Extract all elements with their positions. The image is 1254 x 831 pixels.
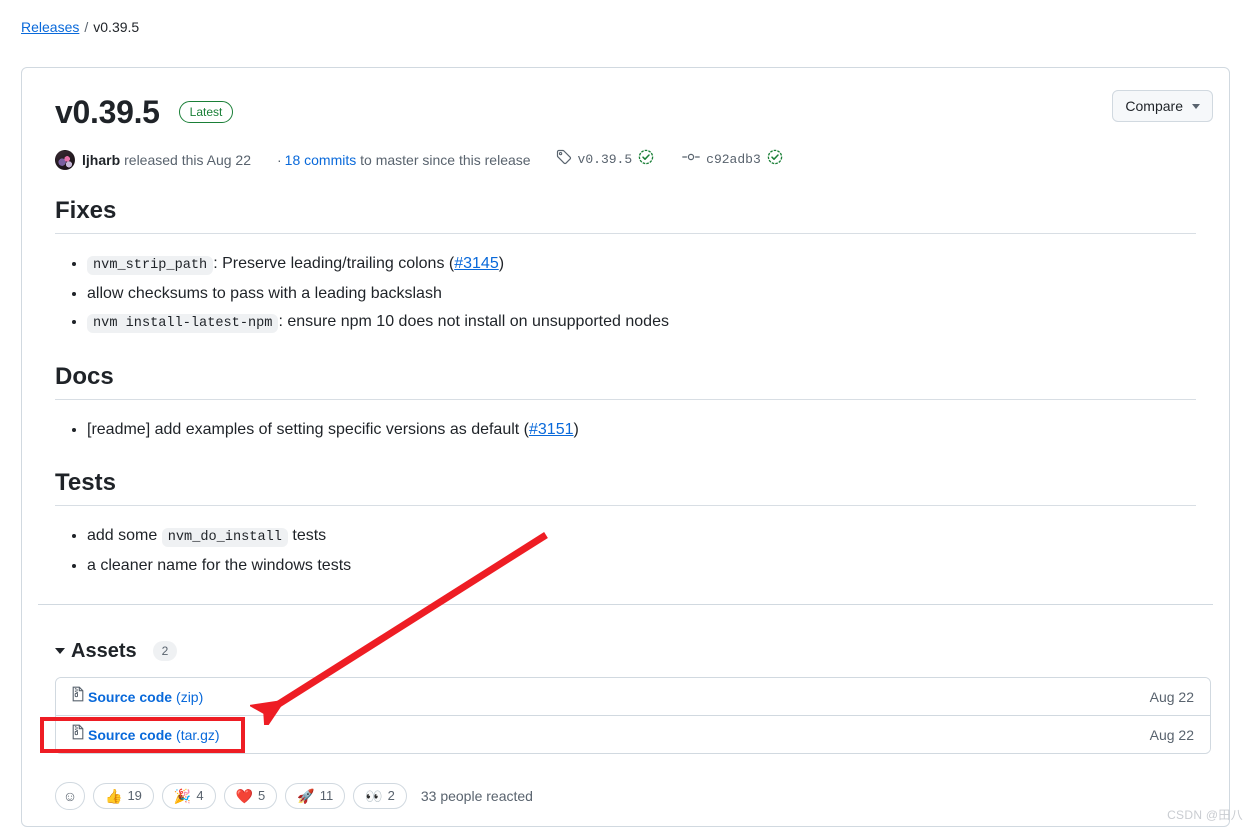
commits-dot: ·: [277, 151, 282, 168]
list-item: nvm_strip_path: Preserve leading/trailin…: [87, 250, 1196, 280]
assets-section: Assets 2 Source code (zip) Aug 22 Source…: [22, 623, 1229, 768]
list-item-trail: tests: [287, 527, 327, 544]
heart-icon: ❤️: [235, 788, 254, 804]
commits-link[interactable]: 18 commits: [285, 152, 357, 168]
compare-button-label: Compare: [1125, 98, 1183, 114]
asset-extension[interactable]: (tar.gz): [176, 725, 220, 745]
eyes-icon: 👀: [365, 788, 383, 804]
section-heading-fixes: Fixes: [55, 196, 1196, 234]
tag-icon: [556, 149, 572, 170]
release-body: v0.39.5 Latest Compare ljharb released t…: [22, 68, 1229, 623]
list-item-tail: ): [498, 255, 505, 272]
assets-list: Source code (zip) Aug 22 Source code (ta…: [55, 677, 1211, 754]
assets-header[interactable]: Assets 2: [38, 638, 1213, 664]
asset-date: Aug 22: [1149, 688, 1194, 705]
verified-badge-tag-icon: [638, 149, 654, 170]
asset-name-link[interactable]: Source code: [88, 725, 172, 745]
list-item-lead: add some: [87, 527, 162, 544]
add-reaction-button[interactable]: ☺: [55, 782, 85, 810]
section-heading-tests: Tests: [55, 468, 1196, 506]
reaction-rocket[interactable]: 🚀 11: [285, 783, 346, 809]
inline-code: nvm_do_install: [161, 528, 288, 547]
issue-link[interactable]: #3145: [454, 255, 499, 272]
list-item-text: : Preserve leading/trailing colons (: [213, 255, 455, 272]
breadcrumb-releases-link[interactable]: Releases: [21, 19, 79, 35]
tada-icon: 🎉: [173, 788, 192, 804]
chevron-down-icon: [1192, 103, 1200, 109]
list-item: add some nvm_do_install tests: [87, 522, 1196, 552]
reaction-count: 4: [196, 788, 204, 803]
reaction-heart[interactable]: ❤️ 5: [223, 783, 278, 809]
file-zip-icon: [70, 686, 86, 707]
file-zip-icon: [70, 724, 86, 745]
docs-list: [readme] add examples of setting specifi…: [55, 416, 1196, 444]
watermark: CSDN @田八: [1167, 808, 1243, 822]
reaction-tada[interactable]: 🎉 4: [161, 783, 216, 809]
reaction-count: 19: [127, 788, 142, 803]
latest-badge: Latest: [178, 101, 234, 123]
section-divider: [38, 604, 1213, 605]
thumbs-up-icon: 👍: [105, 788, 123, 804]
reaction-count: 11: [319, 788, 334, 803]
page-title: v0.39.5: [55, 94, 160, 130]
inline-code: nvm install-latest-npm: [87, 314, 279, 333]
assets-title: Assets: [71, 640, 137, 662]
inline-code: nvm_strip_path: [87, 256, 214, 275]
tag-name[interactable]: v0.39.5: [578, 150, 633, 170]
breadcrumb: Releases / v0.39.5: [21, 17, 139, 37]
list-item: a cleaner name for the windows tests: [87, 552, 1196, 580]
breadcrumb-current: v0.39.5: [93, 19, 140, 35]
asset-name-link[interactable]: Source code: [88, 687, 172, 707]
list-item-text: [readme] add examples of setting specifi…: [87, 421, 529, 438]
list-item: nvm install-latest-npm: ensure npm 10 do…: [87, 308, 1196, 338]
section-heading-docs: Docs: [55, 362, 1196, 400]
asset-date: Aug 22: [1149, 726, 1194, 743]
reaction-count: 5: [258, 788, 266, 803]
assets-count-badge: 2: [152, 641, 178, 661]
avatar[interactable]: [55, 149, 75, 170]
asset-extension[interactable]: (zip): [176, 687, 203, 707]
breadcrumb-separator: /: [84, 19, 89, 35]
list-item-tail: ): [573, 421, 579, 438]
list-item: [readme] add examples of setting specifi…: [87, 416, 1196, 444]
commit-sha[interactable]: c92adb3: [706, 150, 761, 170]
reactions-summary: 33 people reacted: [420, 788, 533, 804]
reaction-eyes[interactable]: 👀 2: [353, 783, 407, 809]
reactions-bar: ☺ 👍 19 🎉 4 ❤️ 5 🚀 11 👀 2 33 people react…: [22, 768, 1229, 826]
release-notes: Fixes nvm_strip_path: Preserve leading/t…: [38, 196, 1213, 580]
commits-suffix: to master since this release: [360, 151, 531, 168]
list-item-text: a cleaner name for the windows tests: [87, 557, 352, 574]
reaction-thumbs-up[interactable]: 👍 19: [93, 783, 154, 809]
commit-icon: [682, 149, 700, 170]
issue-link[interactable]: #3151: [529, 421, 574, 438]
release-card: v0.39.5 Latest Compare ljharb released t…: [21, 67, 1230, 827]
released-text: released this Aug 22: [124, 151, 251, 168]
list-item: allow checksums to pass with a leading b…: [87, 280, 1196, 308]
verified-badge-commit-icon: [767, 149, 783, 170]
triangle-down-icon: [55, 648, 65, 654]
fixes-list: nvm_strip_path: Preserve leading/trailin…: [55, 250, 1196, 338]
table-row[interactable]: Source code (zip) Aug 22: [56, 678, 1210, 715]
list-item-text: : ensure npm 10 does not install on unsu…: [278, 313, 669, 330]
compare-button[interactable]: Compare: [1112, 90, 1213, 122]
release-meta-row: ljharb released this Aug 22 · 18 commits …: [38, 149, 1213, 170]
table-row[interactable]: Source code (tar.gz) Aug 22: [56, 715, 1210, 753]
commits-info: · 18 commits to master since this release: [277, 150, 531, 170]
rocket-icon: 🚀: [297, 788, 315, 804]
release-title-row: v0.39.5 Latest: [38, 92, 1213, 132]
author-link[interactable]: ljharb: [82, 150, 120, 170]
tag-info: v0.39.5: [556, 149, 655, 170]
commit-info: c92adb3: [682, 149, 783, 170]
list-item-text: allow checksums to pass with a leading b…: [87, 285, 442, 302]
reaction-count: 2: [387, 788, 395, 803]
tests-list: add some nvm_do_install tests a cleaner …: [55, 522, 1196, 580]
